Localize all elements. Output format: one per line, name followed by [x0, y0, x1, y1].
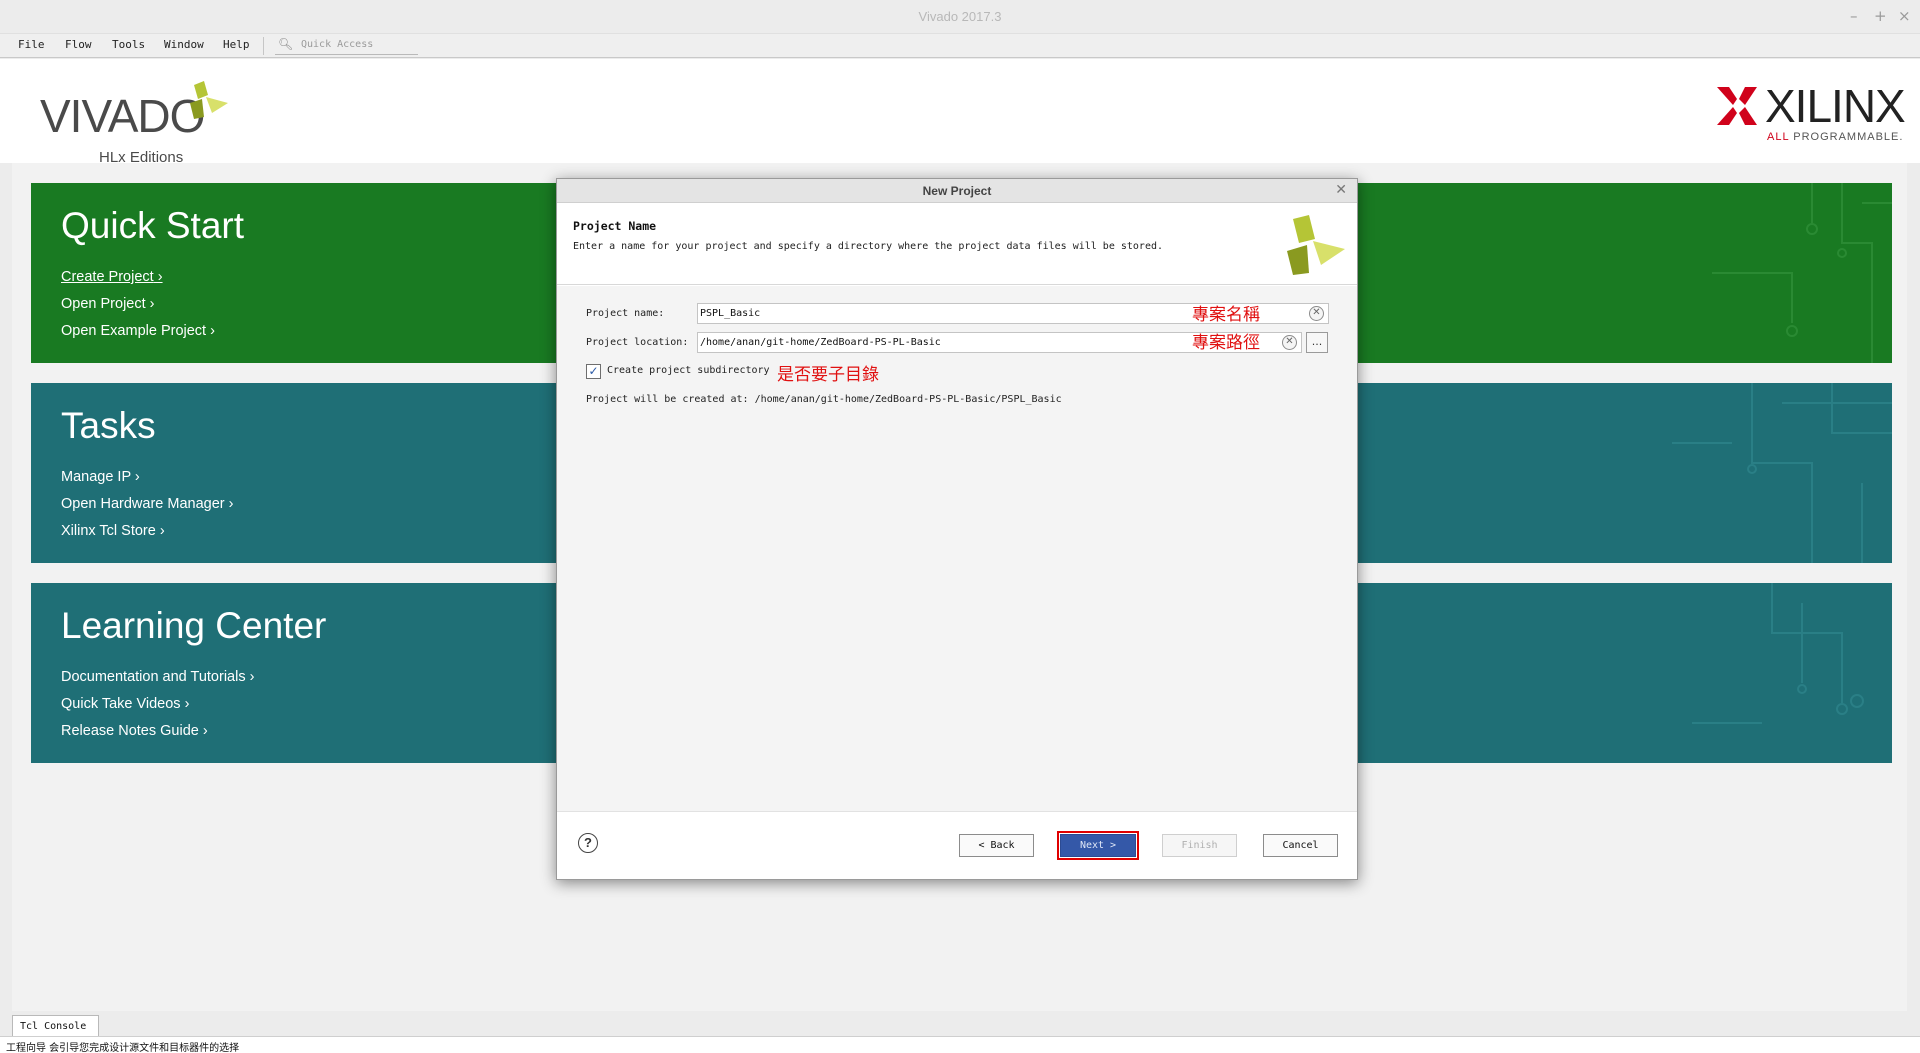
clear-icon[interactable]: ✕	[1282, 335, 1297, 350]
dialog-heading: Project Name	[573, 219, 657, 233]
project-location-label: Project location:	[586, 337, 689, 348]
vivado-leaf-icon	[1287, 215, 1345, 275]
window-title: Vivado 2017.3	[918, 9, 1002, 24]
xilinx-tagline: ALL PROGRAMMABLE.	[1767, 131, 1904, 143]
vivado-leaf-icon	[190, 81, 228, 119]
quick-start-title: Quick Start	[61, 205, 244, 246]
finish-button: Finish	[1162, 834, 1237, 857]
learning-center-title: Learning Center	[61, 605, 327, 646]
dialog-close-icon[interactable]: ✕	[1335, 182, 1347, 198]
vivado-logo: VIVADO HLx Editions	[40, 81, 240, 166]
menu-tools[interactable]: Tools	[112, 38, 145, 51]
annotation-subdirectory: 是否要子目錄	[777, 365, 879, 385]
menu-file[interactable]: File	[18, 38, 45, 51]
menu-help[interactable]: Help	[223, 38, 250, 51]
maximize-icon[interactable]: +	[1874, 7, 1887, 25]
help-icon[interactable]: ?	[578, 833, 598, 853]
xilinx-x-icon	[1717, 87, 1757, 125]
search-icon: 🔍︎	[278, 37, 294, 51]
xilinx-tcl-store-link[interactable]: Xilinx Tcl Store ›	[61, 523, 165, 539]
circuit-decoration	[1712, 183, 1892, 363]
header: VIVADO HLx Editions XILINX ALL PROGRAMMA…	[0, 59, 1920, 166]
menu-flow[interactable]: Flow	[65, 38, 92, 51]
xilinx-logo-text: XILINX	[1765, 80, 1906, 132]
status-text: 工程向导 会引导您完成设计源文件和目标器件的选择	[6, 1043, 240, 1053]
status-bar: 工程向导 会引导您完成设计源文件和目标器件的选择	[0, 1036, 1920, 1053]
xilinx-logo: XILINX ALL PROGRAMMABLE.	[1715, 77, 1906, 147]
annotation-project-name: 專案名稱	[1192, 305, 1260, 325]
quick-access-field[interactable]: 🔍︎ Quick Access	[275, 36, 418, 55]
manage-ip-link[interactable]: Manage IP ›	[61, 469, 140, 485]
back-button[interactable]: < Back	[959, 834, 1034, 857]
subdirectory-label: Create project subdirectory	[607, 365, 770, 376]
dialog-body: Project name: PSPL_Basic ✕ 專案名稱 Project …	[557, 286, 1357, 811]
open-project-link[interactable]: Open Project ›	[61, 296, 155, 312]
next-button[interactable]: Next >	[1057, 831, 1139, 860]
project-name-label: Project name:	[586, 308, 665, 319]
menubar: File Flow Tools Window Help 🔍︎ Quick Acc…	[0, 34, 1920, 58]
documentation-tutorials-link[interactable]: Documentation and Tutorials ›	[61, 669, 254, 685]
project-name-value: PSPL_Basic	[700, 308, 761, 319]
circuit-decoration	[1692, 583, 1864, 724]
clear-icon[interactable]: ✕	[1309, 306, 1324, 321]
release-notes-guide-link[interactable]: Release Notes Guide ›	[61, 723, 208, 739]
dialog-title: New Project	[922, 184, 992, 198]
dialog-footer: ? < Back Next > Finish Cancel	[557, 811, 1357, 879]
browse-button[interactable]: ...	[1306, 332, 1328, 353]
minimize-icon[interactable]: –	[1850, 7, 1858, 25]
cancel-button[interactable]: Cancel	[1263, 834, 1338, 857]
project-created-at-text: Project will be created at: /home/anan/g…	[586, 394, 1062, 405]
quick-take-videos-link[interactable]: Quick Take Videos ›	[61, 696, 189, 712]
tasks-title: Tasks	[61, 405, 156, 446]
dialog-titlebar: New Project ✕	[557, 179, 1357, 203]
open-hardware-manager-link[interactable]: Open Hardware Manager ›	[61, 496, 233, 512]
quick-access-placeholder: Quick Access	[301, 39, 374, 50]
tcl-console-tab[interactable]: Tcl Console	[12, 1015, 99, 1037]
window-titlebar: Vivado 2017.3 – + ×	[0, 0, 1920, 34]
circuit-decoration	[1672, 383, 1892, 563]
dialog-description: Enter a name for your project and specif…	[573, 241, 1164, 252]
new-project-dialog: New Project ✕ Project Name Enter a name …	[556, 178, 1358, 880]
dialog-header: Project Name Enter a name for your proje…	[557, 203, 1357, 285]
subdirectory-checkbox[interactable]: ✓	[586, 364, 601, 379]
open-example-project-link[interactable]: Open Example Project ›	[61, 323, 215, 339]
vivado-logo-text: VIVADO	[40, 90, 205, 142]
annotation-project-location: 專案路徑	[1192, 333, 1260, 353]
create-project-link[interactable]: Create Project ›	[61, 269, 163, 285]
menu-window[interactable]: Window	[164, 38, 204, 51]
close-window-icon[interactable]: ×	[1898, 7, 1911, 25]
tcl-console-label: Tcl Console	[20, 1021, 87, 1032]
project-location-value: /home/anan/git-home/ZedBoard-PS-PL-Basic	[700, 337, 941, 348]
menu-separator	[263, 37, 264, 55]
